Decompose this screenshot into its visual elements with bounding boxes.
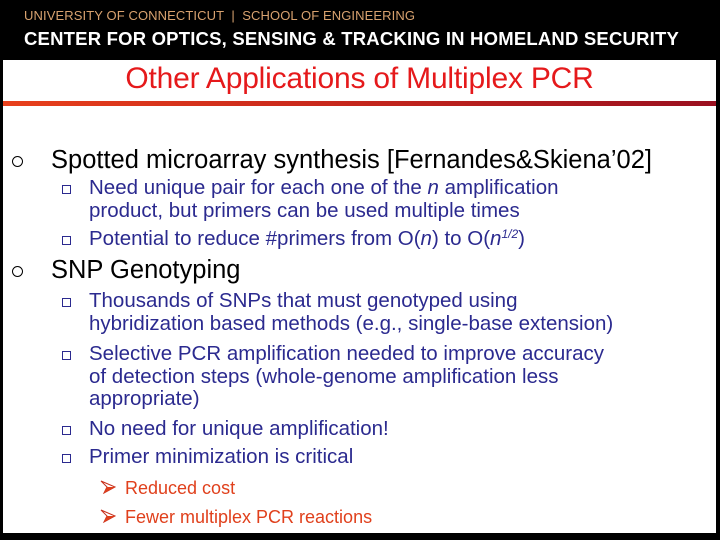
hollow-square-bullet-icon	[62, 185, 71, 194]
hollow-circle-bullet-icon	[12, 156, 23, 167]
slide-body: Other Applications of Multiplex PCR Spot…	[3, 60, 716, 533]
sub-sub-bullet-text: Fewer multiplex PCR reactions	[125, 507, 373, 527]
sub-sub-bullet-text: Reduced cost	[125, 478, 236, 498]
sub-bullet-text: Potential to reduce #primers from O(n) t…	[89, 227, 525, 250]
arrowhead-bullet-icon	[100, 509, 116, 523]
bullet-text: SNP Genotyping	[51, 256, 241, 284]
slide-title: Other Applications of Multiplex PCR	[125, 62, 594, 95]
title-divider	[3, 101, 716, 106]
hollow-square-bullet-icon	[62, 351, 71, 360]
sub-bullet-text: Thousands of SNPs that must genotyped us…	[89, 289, 614, 335]
header-banner: UNIVERSITY OF CONNECTICUT | SCHOOL OF EN…	[0, 0, 720, 60]
hollow-square-bullet-icon	[62, 454, 71, 463]
bullet-text: Spotted microarray synthesis [Fernandes&…	[51, 146, 652, 174]
sub-bullet-text: Selective PCR amplification needed to im…	[89, 342, 605, 410]
sub-bullet-text: Primer minimization is critical	[89, 445, 354, 468]
center-name-label: CENTER FOR OPTICS, SENSING & TRACKING IN…	[24, 28, 680, 49]
institution-label: UNIVERSITY OF CONNECTICUT | SCHOOL OF EN…	[24, 8, 416, 23]
sub-bullet-text: No need for unique amplification!	[89, 417, 389, 440]
sub-bullet-text: Need unique pair for each one of the n a…	[89, 176, 559, 222]
hollow-circle-bullet-icon	[12, 266, 23, 277]
hollow-square-bullet-icon	[62, 426, 71, 435]
hollow-square-bullet-icon	[62, 298, 71, 307]
hollow-square-bullet-icon	[62, 236, 71, 245]
arrowhead-bullet-icon	[100, 480, 116, 494]
